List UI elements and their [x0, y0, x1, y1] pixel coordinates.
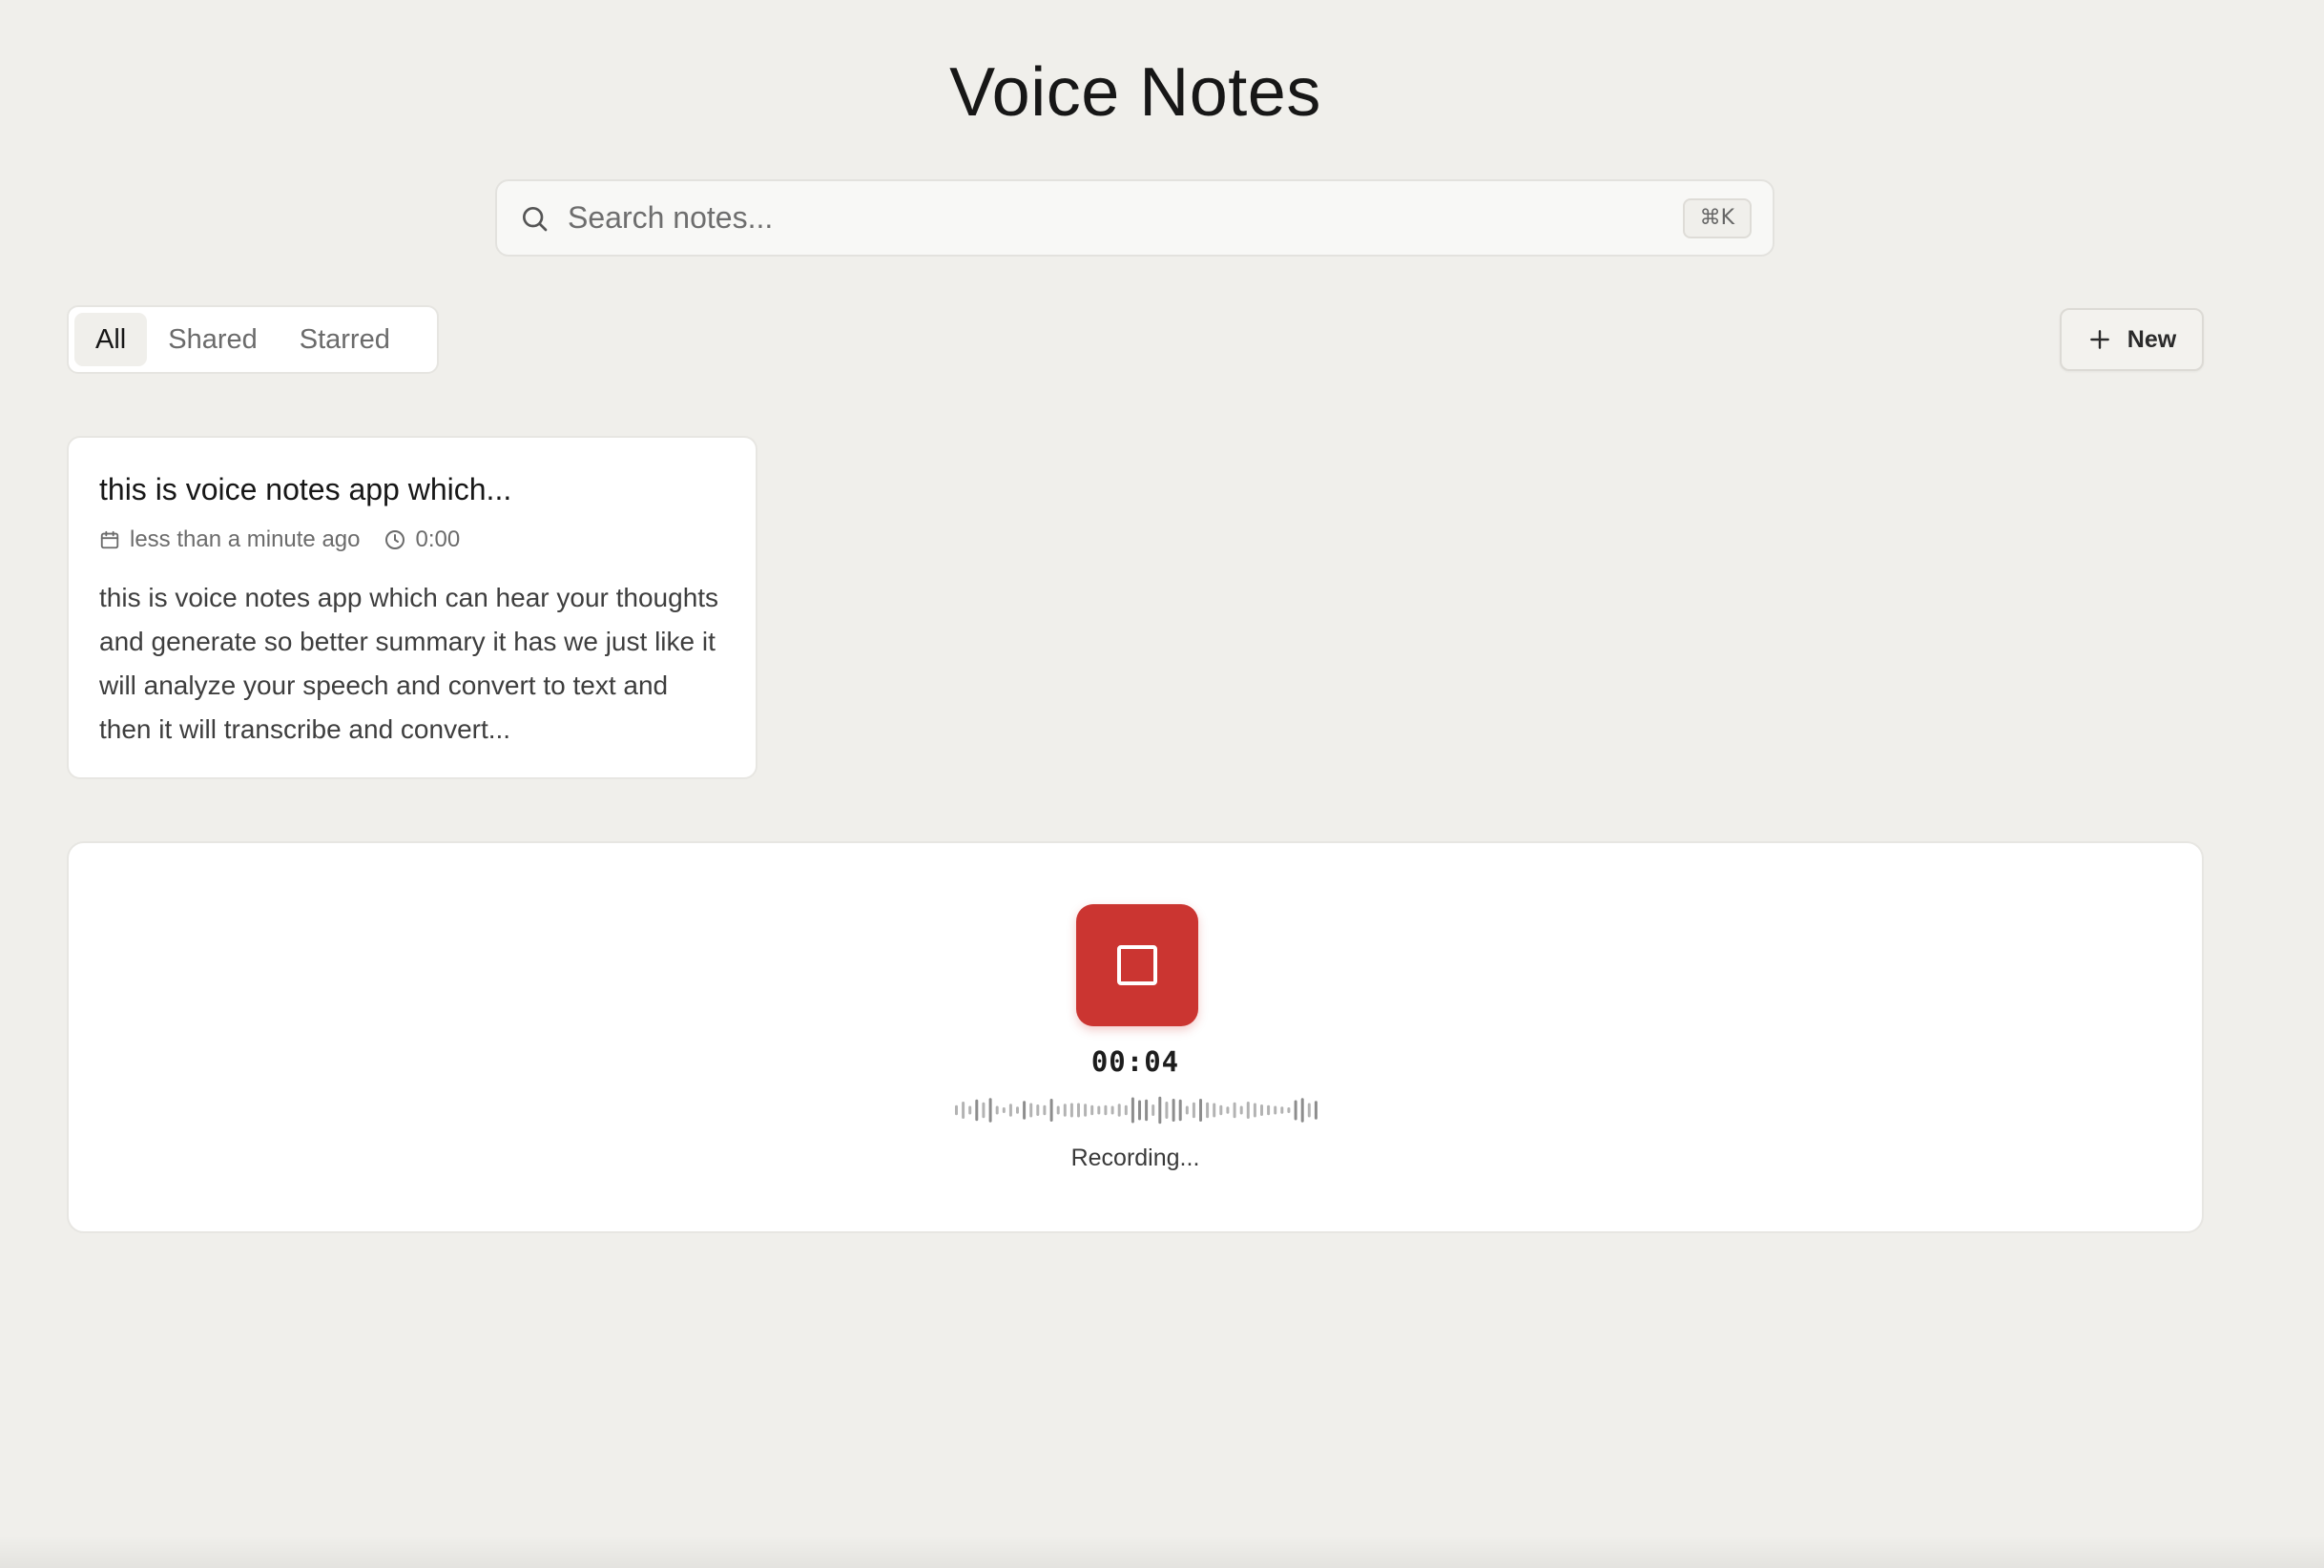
waveform-bar — [1206, 1102, 1210, 1119]
waveform-bar — [1199, 1099, 1202, 1122]
waveform-bar — [1104, 1104, 1108, 1116]
page-title: Voice Notes — [949, 54, 1321, 131]
bottom-shadow — [0, 1536, 2324, 1568]
clock-icon — [384, 528, 406, 551]
tab-shared[interactable]: Shared — [147, 313, 279, 366]
waveform-bar — [1260, 1104, 1263, 1116]
waveform-bar — [1213, 1103, 1216, 1118]
note-duration: 0:00 — [384, 526, 461, 553]
waveform-bar — [1226, 1106, 1230, 1114]
waveform-bar — [995, 1105, 999, 1115]
recorder-panel: 00:04 Recording... — [67, 841, 2204, 1233]
waveform-bar — [1165, 1102, 1169, 1119]
waveform-bar — [962, 1102, 965, 1119]
waveform-bar — [1307, 1103, 1311, 1118]
new-note-label: New — [2127, 325, 2177, 353]
waveform-bar — [988, 1098, 992, 1123]
waveform-bar — [1178, 1099, 1182, 1122]
plus-icon — [2087, 327, 2112, 352]
note-duration-text: 0:00 — [415, 526, 461, 552]
waveform-bar — [1036, 1104, 1040, 1116]
new-note-button[interactable]: New — [2060, 308, 2204, 371]
recording-timer: 00:04 — [1090, 1045, 1180, 1078]
waveform-bar — [1158, 1096, 1162, 1124]
waveform — [955, 1096, 1318, 1124]
shortcut-badge: ⌘K — [1682, 197, 1752, 238]
tab-starred[interactable]: Starred — [279, 313, 411, 366]
tab-all[interactable]: All — [74, 313, 148, 366]
waveform-bar — [1029, 1103, 1033, 1118]
waveform-bar — [975, 1099, 979, 1122]
note-meta: less than a minute ago 0:00 — [99, 526, 725, 553]
waveform-bar — [1219, 1104, 1223, 1116]
waveform-bar — [1287, 1107, 1291, 1113]
waveform-bar — [1043, 1104, 1047, 1116]
search-input[interactable] — [566, 199, 1683, 237]
waveform-bar — [1117, 1104, 1121, 1117]
note-title: this is voice notes app which... — [99, 472, 512, 506]
waveform-bar — [1131, 1097, 1134, 1124]
waveform-bar — [982, 1102, 986, 1119]
waveform-bar — [1023, 1101, 1027, 1120]
waveform-bar — [1246, 1102, 1250, 1119]
note-date-text: less than a minute ago — [130, 526, 361, 552]
waveform-bar — [1185, 1105, 1189, 1115]
waveform-bar — [1152, 1104, 1155, 1116]
waveform-bar — [1063, 1104, 1067, 1117]
waveform-bar — [1274, 1105, 1277, 1115]
waveform-bar — [1253, 1103, 1256, 1118]
waveform-bar — [1280, 1106, 1284, 1114]
stop-recording-button[interactable] — [1076, 904, 1198, 1026]
waveform-bar — [1097, 1105, 1101, 1115]
waveform-bar — [1110, 1105, 1114, 1115]
waveform-bar — [1084, 1104, 1088, 1117]
waveform-bar — [1300, 1098, 1304, 1123]
waveform-bar — [1138, 1100, 1141, 1121]
waveform-bar — [1145, 1099, 1149, 1122]
calendar-icon — [99, 529, 120, 550]
search-icon — [518, 202, 550, 235]
waveform-bar — [1077, 1103, 1080, 1118]
waveform-bar — [1008, 1104, 1012, 1117]
search-bar[interactable]: ⌘K — [495, 179, 1774, 257]
recording-status: Recording... — [1070, 1145, 1200, 1171]
waveform-bar — [1069, 1103, 1073, 1118]
waveform-bar — [1192, 1102, 1195, 1119]
waveform-bar — [1294, 1100, 1297, 1121]
waveform-bar — [1172, 1099, 1175, 1122]
waveform-bar — [1002, 1107, 1006, 1113]
waveform-bar — [1267, 1104, 1271, 1116]
waveform-bar — [1090, 1104, 1094, 1116]
waveform-bar — [1056, 1105, 1060, 1115]
stop-icon — [1117, 945, 1157, 985]
waveform-bar — [1049, 1099, 1053, 1122]
note-preview: this is voice notes app which can hear y… — [99, 583, 719, 744]
note-card[interactable]: this is voice notes app which... less th… — [67, 436, 757, 779]
waveform-bar — [1314, 1101, 1318, 1120]
waveform-bar — [968, 1105, 972, 1115]
waveform-bar — [955, 1104, 958, 1116]
waveform-bar — [1124, 1104, 1128, 1116]
filter-tabs: All Shared Starred — [67, 305, 439, 374]
waveform-bar — [1233, 1102, 1236, 1119]
note-date: less than a minute ago — [99, 526, 361, 553]
waveform-bar — [1239, 1105, 1243, 1115]
waveform-bar — [1016, 1106, 1019, 1114]
